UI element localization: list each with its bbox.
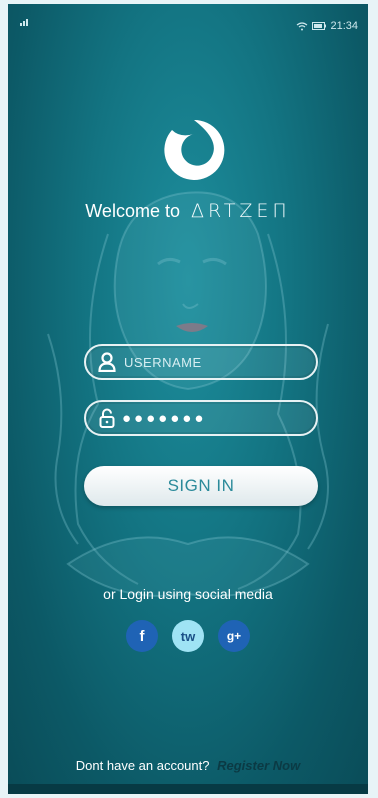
password-input[interactable]: ●●●●●●●: [122, 410, 206, 427]
password-field[interactable]: ●●●●●●●: [84, 400, 318, 436]
register-footer: Dont have an account? Register Now: [8, 758, 368, 773]
username-field[interactable]: [84, 344, 318, 380]
sign-in-button[interactable]: SIGN IN: [84, 466, 318, 506]
twitter-icon[interactable]: tw: [172, 620, 204, 652]
welcome-text: Welcome to: [85, 201, 180, 221]
artzen-ring-logo: [160, 116, 228, 184]
signal-icon: [20, 18, 32, 28]
username-input[interactable]: [122, 353, 306, 371]
social-login-prompt: or Login using social media: [103, 586, 273, 602]
battery-icon: [312, 22, 327, 30]
facebook-icon[interactable]: f: [126, 620, 158, 652]
social-buttons: f tw g+: [8, 620, 368, 652]
login-screen: 21:34 Welcome to ΔRTZEΠ ●●●●●●● SIGN IN …: [8, 4, 368, 794]
google-plus-icon[interactable]: g+: [218, 620, 250, 652]
user-icon: [96, 351, 118, 373]
brand-name: ΔRTZEΠ: [190, 200, 291, 222]
bottom-bar: [8, 784, 368, 794]
register-now-link[interactable]: Register Now: [217, 758, 300, 773]
lock-icon: [96, 407, 118, 429]
footer-text: Dont have an account?: [75, 758, 210, 773]
wifi-icon: [296, 21, 308, 31]
status-time: 21:34: [330, 20, 358, 32]
welcome-heading: Welcome to ΔRTZEΠ: [8, 200, 368, 222]
status-bar: 21:34: [8, 4, 368, 32]
status-right: 21:34: [296, 20, 358, 32]
